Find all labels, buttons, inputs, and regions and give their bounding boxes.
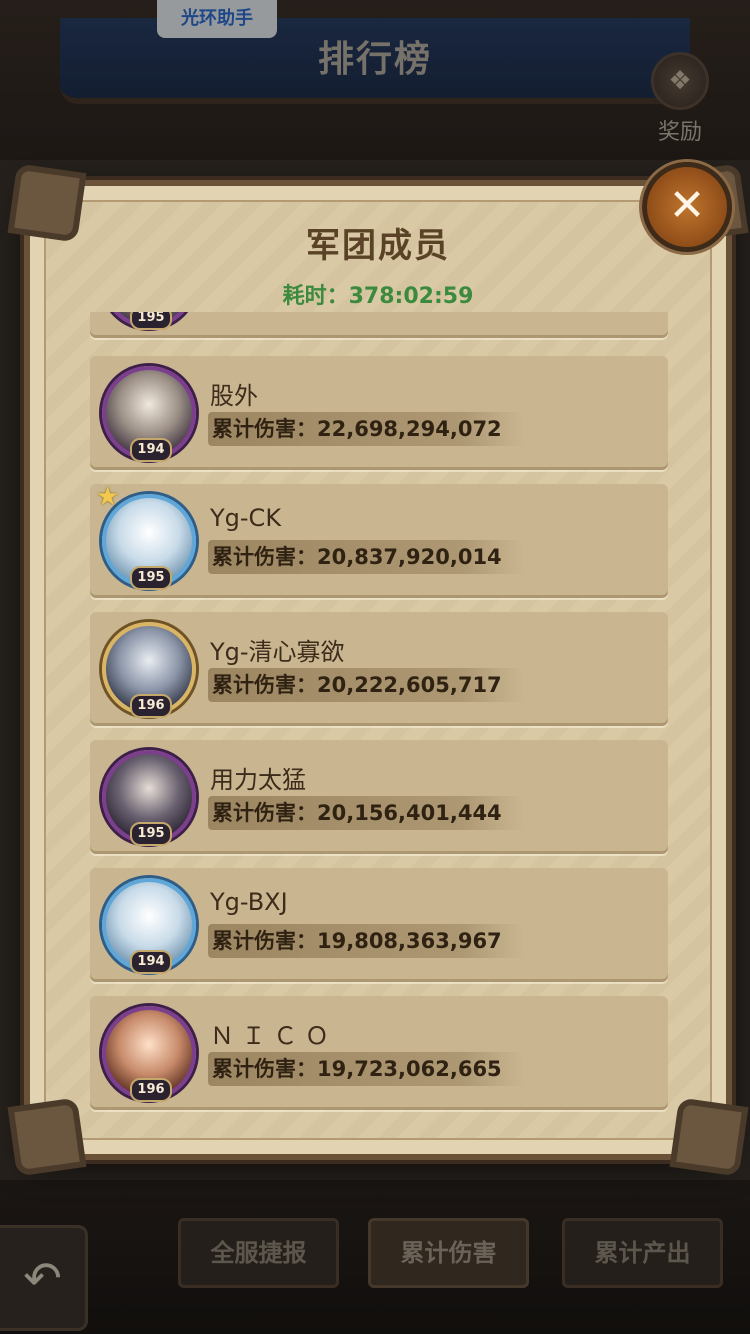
level-badge: 196 [130, 694, 172, 718]
avatar: 196 [102, 622, 196, 718]
level-badge: 195 [130, 822, 172, 846]
ornament-corner [669, 1097, 749, 1177]
member-name: Yg-BXJ [210, 888, 288, 916]
damage-number: 22,698,294,072 [317, 417, 502, 441]
dialog-title: 军团成员 [306, 226, 450, 266]
damage-label: 累计伤害： [212, 673, 317, 697]
list-item[interactable]: 194 股外 累计伤害：22,698,294,072 [90, 356, 668, 470]
damage-label: 累计伤害： [212, 929, 317, 953]
damage-number: 20,222,605,717 [317, 673, 502, 697]
avatar: ★ 195 [96, 482, 196, 590]
level-badge: 194 [130, 950, 172, 974]
member-name: 股外 [210, 382, 258, 410]
ornament-corner [7, 1097, 87, 1177]
list-item[interactable]: 195 用力太猛 累计伤害：20,156,401,444 [90, 740, 668, 854]
elapsed-time-value: 378:02:59 [348, 284, 474, 309]
avatar: 194 [102, 366, 196, 462]
avatar: 194 [102, 878, 196, 974]
list-item[interactable]: 195 [90, 312, 668, 338]
damage-label: 累计伤害： [212, 801, 317, 825]
member-name: 用力太猛 [210, 766, 306, 794]
list-item[interactable]: 196 Ｎ Ｉ Ｃ Ｏ 累计伤害：19,723,062,665 [90, 996, 668, 1110]
damage-number: 20,837,920,014 [317, 545, 502, 569]
elapsed-time: 耗时：378:02:59 [30, 278, 726, 310]
damage-value: 累计伤害：20,222,605,717 [208, 668, 524, 702]
elapsed-time-label: 耗时： [282, 284, 349, 309]
list-item[interactable]: 194 Yg-BXJ 累计伤害：19,808,363,967 [90, 868, 668, 982]
damage-value: 累计伤害：22,698,294,072 [208, 412, 524, 446]
member-name: Ｎ Ｉ Ｃ Ｏ [210, 1022, 329, 1050]
member-name: Yg-清心寡欲 [210, 638, 345, 666]
level-badge: 195 [130, 566, 172, 590]
guild-members-dialog: 军团成员 耗时：378:02:59 195 194 股外 累计伤害：22,698… [7, 163, 749, 1177]
damage-value: 累计伤害：20,156,401,444 [208, 796, 524, 830]
damage-value: 累计伤害：19,808,363,967 [208, 924, 524, 958]
close-icon: ✕ [668, 180, 706, 231]
damage-label: 累计伤害： [212, 1057, 317, 1081]
close-button[interactable]: ✕ [642, 162, 732, 252]
damage-label: 累计伤害： [212, 417, 317, 441]
member-name: Yg-CK [210, 504, 282, 532]
damage-value: 累计伤害：20,837,920,014 [208, 540, 524, 574]
damage-number: 19,723,062,665 [317, 1057, 502, 1081]
avatar: 196 [102, 1006, 196, 1102]
level-badge: 194 [130, 438, 172, 462]
damage-number: 19,808,363,967 [317, 929, 502, 953]
damage-value: 累计伤害：19,723,062,665 [208, 1052, 524, 1086]
avatar: 195 [102, 750, 196, 846]
star-icon: ★ [96, 482, 120, 512]
member-list[interactable]: 195 194 股外 累计伤害：22,698,294,072 ★ 195 Yg-… [90, 312, 668, 1112]
damage-label: 累计伤害： [212, 545, 317, 569]
level-badge: 195 [130, 312, 172, 330]
avatar: 195 [102, 312, 196, 330]
level-badge: 196 [130, 1078, 172, 1102]
list-item[interactable]: 196 Yg-清心寡欲 累计伤害：20,222,605,717 [90, 612, 668, 726]
damage-number: 20,156,401,444 [317, 801, 502, 825]
list-item[interactable]: ★ 195 Yg-CK 累计伤害：20,837,920,014 [90, 482, 668, 598]
